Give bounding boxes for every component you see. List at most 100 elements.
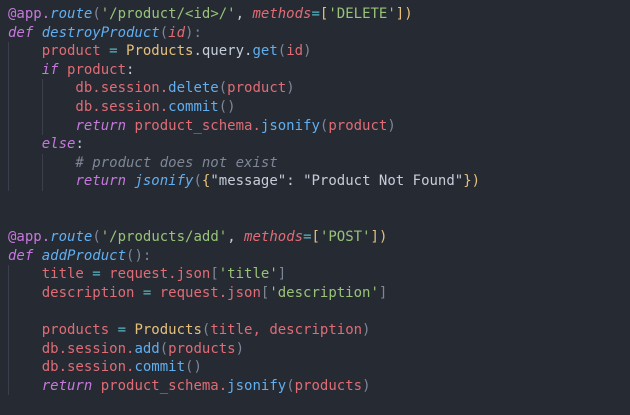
code-line[interactable]: def destroyProduct(id):	[0, 24, 630, 43]
code-token: (	[92, 6, 101, 22]
code-token: '/product/<id>/'	[100, 6, 236, 22]
code-token: request.json	[109, 266, 211, 283]
code-token: ])	[395, 6, 413, 22]
code-token: :	[126, 61, 135, 78]
code-token: ):	[185, 24, 202, 41]
code-token: db.session.	[8, 340, 135, 357]
code-line[interactable]: return product_schema.jsonify(products)	[0, 376, 630, 396]
code-line[interactable]: return jsonify({"message": "Product Not …	[0, 172, 630, 191]
code-token: ]	[277, 266, 287, 283]
code-token: (	[159, 24, 169, 41]
code-token: )	[303, 43, 312, 60]
indent-guide	[8, 42, 9, 61]
indent-guide	[8, 302, 9, 322]
code-token: ,	[227, 229, 245, 246]
code-token: '/products/add'	[100, 229, 228, 246]
code-line[interactable]: @app.route('/product/<id>/', methods=['D…	[0, 5, 630, 24]
code-line[interactable]: @app.route('/products/add', methods=['PO…	[0, 228, 630, 247]
code-token: # product does not exist	[8, 154, 278, 171]
code-token: =	[100, 43, 127, 60]
code-token: get	[252, 43, 278, 60]
code-token: Products	[134, 322, 202, 339]
code-token: 'title'	[218, 266, 278, 283]
code-token: })	[463, 173, 481, 190]
code-token: db.session.	[8, 359, 135, 376]
code-token: =	[311, 6, 320, 22]
code-token: (	[218, 80, 228, 97]
code-line[interactable]: title = request.json['title']	[0, 265, 630, 284]
code-line[interactable]: product = Products.query.get(id)	[0, 42, 630, 61]
code-token: add	[134, 340, 160, 357]
code-token: if	[41, 61, 68, 78]
code-line[interactable]	[0, 210, 630, 229]
code-line[interactable]	[0, 191, 630, 210]
code-token: [	[311, 229, 320, 246]
indent-guide	[8, 339, 9, 359]
code-line[interactable]: # product does not exist	[0, 153, 630, 173]
code-token: products	[294, 377, 363, 394]
indent-guide	[8, 153, 9, 173]
code-token: jsonify	[260, 117, 320, 134]
code-line[interactable]: db.session.add(products)	[0, 339, 630, 359]
code-token: title	[8, 266, 84, 283]
code-token: product	[227, 80, 287, 97]
code-token: (	[159, 340, 169, 357]
code-line[interactable]: db.session.commit()	[0, 358, 630, 377]
code-token: product_schema.	[100, 377, 228, 394]
code-token: addProduct	[41, 247, 127, 264]
code-token: )	[286, 80, 295, 97]
code-line[interactable]: db.session.commit()	[0, 97, 630, 117]
code-token: delete	[168, 80, 219, 97]
code-token: ()	[218, 98, 236, 115]
indent-guide	[8, 79, 9, 98]
code-token: 'description'	[269, 284, 379, 301]
code-line[interactable]: if product:	[0, 60, 630, 80]
code-token: ]	[378, 284, 388, 301]
code-token: title, description	[210, 322, 363, 339]
code-token: "Product Not Found"	[303, 173, 464, 190]
code-token: :	[75, 136, 84, 153]
code-token: (	[286, 377, 295, 394]
indent-guide	[41, 172, 43, 191]
indent-guide	[41, 116, 43, 136]
code-token: =	[109, 322, 135, 339]
indent-guide	[8, 172, 9, 191]
code-token: route	[50, 229, 93, 246]
code-token: products	[168, 340, 236, 357]
code-line[interactable]	[0, 302, 630, 322]
code-token: "message"	[210, 173, 287, 190]
code-line[interactable]: description = request.json['description'…	[0, 283, 630, 303]
code-token: ])	[370, 229, 388, 246]
code-token: def	[8, 24, 42, 41]
code-token: jsonify	[227, 377, 287, 394]
indent-guide	[8, 265, 9, 284]
code-line[interactable]: products = Products(title, description)	[0, 321, 630, 340]
indent-guide	[8, 135, 9, 154]
indent-guide	[8, 60, 9, 80]
code-line[interactable]: db.session.delete(product)	[0, 79, 630, 98]
code-token: return	[41, 377, 101, 394]
indent-guide	[8, 97, 9, 117]
code-token: description	[8, 284, 135, 301]
code-token: id	[168, 24, 186, 41]
code-line[interactable]: return product_schema.jsonify(product)	[0, 116, 630, 136]
indent-guide	[8, 116, 9, 136]
code-editor[interactable]: @app.route('/product/<id>/', methods=['D…	[0, 0, 630, 415]
code-line[interactable]: def addProduct():	[0, 247, 630, 266]
code-token: return	[75, 173, 135, 190]
code-token: (	[92, 229, 101, 246]
code-token: product	[67, 61, 127, 78]
code-token: db.session.	[8, 98, 169, 115]
indent-guide	[41, 97, 43, 117]
code-token: commit	[168, 98, 219, 115]
code-token: :	[286, 173, 304, 190]
indent-guide	[8, 358, 9, 377]
code-token: return	[75, 117, 135, 134]
code-token: )	[362, 377, 371, 394]
code-token: )	[235, 340, 245, 357]
code-token: ():	[126, 247, 152, 264]
code-line[interactable]: else:	[0, 135, 630, 154]
